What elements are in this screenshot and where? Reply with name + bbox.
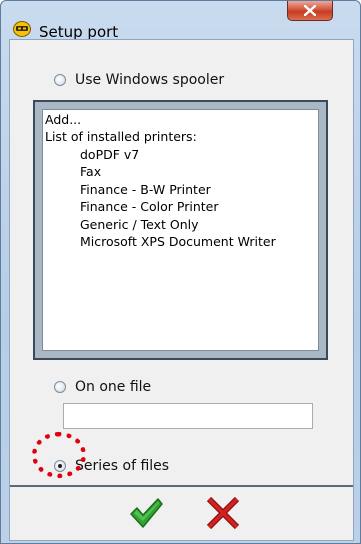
one-file-option[interactable]: On one file xyxy=(54,379,151,395)
list-item-add[interactable]: Add... xyxy=(45,112,81,127)
printer-item[interactable]: Finance - B-W Printer xyxy=(80,182,211,197)
printer-item[interactable]: Fax xyxy=(80,164,101,179)
button-divider xyxy=(10,485,353,487)
use-spooler-radio[interactable] xyxy=(54,74,66,86)
use-spooler-label: Use Windows spooler xyxy=(75,72,225,88)
setup-port-window: Setup port Use Windows spooler Add... Li… xyxy=(0,0,361,544)
list-header: List of installed printers: xyxy=(45,129,197,144)
file-name-input[interactable] xyxy=(63,403,313,429)
printer-item[interactable]: Generic / Text Only xyxy=(80,217,199,232)
printer-list[interactable]: Add... List of installed printers: doPDF… xyxy=(42,109,319,351)
printer-item[interactable]: doPDF v7 xyxy=(80,147,139,162)
checkmark-icon xyxy=(130,498,163,528)
cancel-x-icon xyxy=(206,496,240,530)
printer-item[interactable]: Microsoft XPS Document Writer xyxy=(80,234,276,249)
highlight-annotation xyxy=(32,432,86,478)
title-bar[interactable]: Setup port xyxy=(1,1,360,41)
printer-list-panel: Add... List of installed printers: doPDF… xyxy=(33,100,328,360)
one-file-radio[interactable] xyxy=(54,381,66,393)
printer-item[interactable]: Finance - Color Printer xyxy=(80,199,218,214)
close-icon xyxy=(304,5,316,16)
cancel-button[interactable] xyxy=(205,495,241,531)
dialog-client-area: Use Windows spooler Add... List of insta… xyxy=(9,39,354,541)
series-of-files-label: Series of files xyxy=(75,458,170,474)
close-button[interactable] xyxy=(287,1,333,21)
app-icon xyxy=(13,21,31,37)
ok-button[interactable] xyxy=(128,495,164,531)
one-file-label: On one file xyxy=(75,379,152,395)
use-spooler-option[interactable]: Use Windows spooler xyxy=(54,72,224,88)
